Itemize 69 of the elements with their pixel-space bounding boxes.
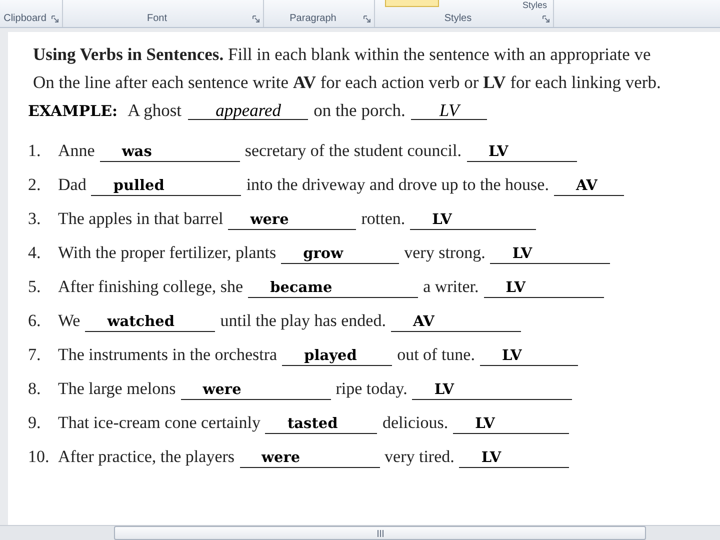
styles-button[interactable]: Styles xyxy=(522,0,547,10)
sentence-text: After practice, the players xyxy=(58,447,235,467)
answer-blank: became xyxy=(248,279,418,298)
sentence-text: We xyxy=(58,311,80,331)
instruction-text: On the line after each sentence write AV for each action verb or LV for each linking verb. xyxy=(32,71,662,94)
sentence-text: very tired. xyxy=(384,447,454,467)
dialog-launcher-icon[interactable] xyxy=(363,15,371,23)
answer-blank: were xyxy=(240,449,380,468)
dialog-launcher-icon[interactable] xyxy=(252,15,260,23)
sentence-text: until the play has ended. xyxy=(220,311,386,331)
answer-blank: were xyxy=(228,211,356,230)
dialog-launcher-icon[interactable] xyxy=(51,15,59,23)
sentence-text: A ghost xyxy=(128,100,182,121)
sentence-text: delicious. xyxy=(382,413,448,433)
sentence-text: The instruments in the orchestra xyxy=(58,345,278,365)
verb-type-blank: LV xyxy=(411,101,488,120)
item-number: 7. xyxy=(28,345,42,365)
sentence-text: a writer. xyxy=(423,277,479,297)
answer-blank: pulled xyxy=(91,177,242,196)
verb-type-blank: LV xyxy=(490,245,610,264)
answer-blank: played xyxy=(282,347,392,366)
sentence-text: out of tune. xyxy=(397,345,475,365)
sentence-text: That ice-cream cone certainly xyxy=(58,413,260,433)
sentence-text: With the proper fertilizer, plants xyxy=(58,243,276,263)
verb-type-blank: LV xyxy=(412,381,572,400)
grip-icon xyxy=(376,530,384,536)
worksheet-heading: Using Verbs in Sentences. Fill in each blank within the sentence with an appropriate ve xyxy=(32,43,652,66)
item-number: 3. xyxy=(28,209,42,229)
verb-type-blank: LV xyxy=(459,449,570,468)
item-number: 6. xyxy=(28,311,42,331)
verb-type-blank: LV xyxy=(410,211,536,230)
ribbon-group-label: Clipboard xyxy=(2,13,48,26)
sentence-text: Anne xyxy=(58,141,95,161)
verb-type-blank: AV xyxy=(390,313,521,332)
answer-blank: were xyxy=(180,381,331,400)
verb-type-blank: AV xyxy=(554,177,624,196)
verb-type-blank: LV xyxy=(480,347,578,366)
verb-type-blank: LV xyxy=(453,415,570,434)
horizontal-scrollbar[interactable] xyxy=(0,525,720,540)
item-number: 9. xyxy=(28,413,42,433)
sentence-text: After finishing college, she xyxy=(58,277,244,297)
sentence-text: The apples in that barrel xyxy=(58,209,224,229)
sentence-text: rotten. xyxy=(361,209,406,229)
sentence-text: The large melons xyxy=(58,379,176,399)
example-label: EXAMPLE: xyxy=(28,102,118,120)
answer-blank: grow xyxy=(281,245,400,264)
answer-blank: appeared xyxy=(188,101,308,120)
answer-blank: watched xyxy=(85,313,216,332)
sentence-text: on the porch. xyxy=(314,100,406,121)
ribbon-group-label: Paragraph xyxy=(288,13,338,26)
item-number: 1. xyxy=(28,141,42,161)
item-number: 5. xyxy=(28,277,42,297)
item-number: 8. xyxy=(28,379,42,399)
item-number: 10. xyxy=(28,447,50,467)
ribbon-group-label: Styles xyxy=(443,13,473,26)
verb-type-blank: LV xyxy=(484,279,604,298)
answer-blank: tasted xyxy=(265,415,378,434)
sentence-text: secretary of the student council. xyxy=(244,141,462,161)
answer-blank: was xyxy=(100,143,240,162)
item-number: 2. xyxy=(28,175,42,195)
sentence-text: Dad xyxy=(58,175,86,195)
verb-type-blank: LV xyxy=(466,143,576,162)
dialog-launcher-icon[interactable] xyxy=(542,15,550,23)
item-number: 4. xyxy=(28,243,42,263)
ribbon-group-label: Font xyxy=(146,13,168,26)
sentence-text: very strong. xyxy=(404,243,486,263)
sentence-text: into the driveway and drove up to the house. xyxy=(246,175,549,195)
sentence-text: ripe today. xyxy=(336,379,408,399)
scrollbar-thumb[interactable] xyxy=(114,526,646,540)
